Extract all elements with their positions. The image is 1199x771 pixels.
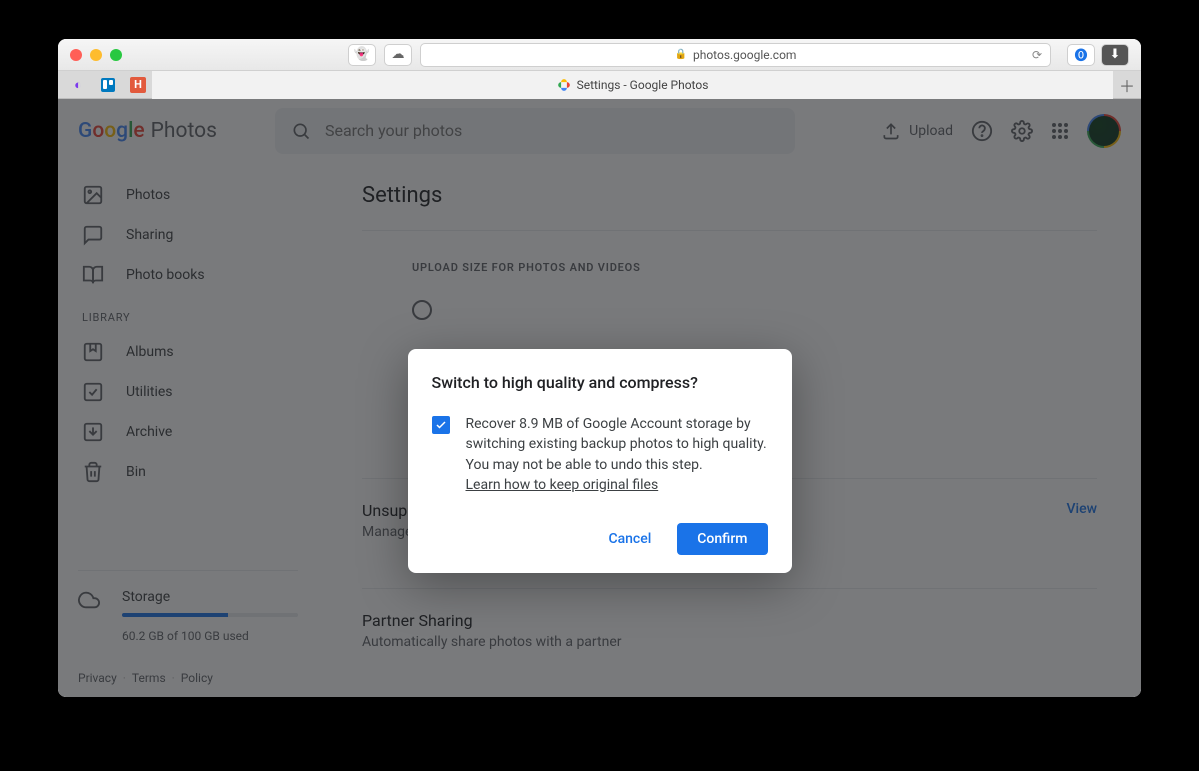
maximize-window-button[interactable] bbox=[110, 49, 122, 61]
address-bar[interactable]: 🔒 photos.google.com ⟳ bbox=[420, 43, 1051, 67]
confirm-button[interactable]: Confirm bbox=[677, 523, 767, 555]
switch-quality-dialog: Switch to high quality and compress? Rec… bbox=[408, 349, 792, 573]
window-title-bar: 👻 ☁︎ 🔒 photos.google.com ⟳ ⓿ ⬇ bbox=[58, 39, 1141, 71]
downloads-icon[interactable]: ⬇ bbox=[1101, 44, 1129, 66]
pinned-tab-1[interactable]: ◐ bbox=[64, 73, 92, 97]
active-tab[interactable]: Settings - Google Photos bbox=[152, 71, 1113, 99]
browser-window: 👻 ☁︎ 🔒 photos.google.com ⟳ ⓿ ⬇ ◐ H Setti… bbox=[58, 39, 1141, 697]
lock-icon: 🔒 bbox=[675, 49, 687, 60]
extension-ghost-icon[interactable]: 👻 bbox=[348, 44, 376, 66]
onepassword-icon[interactable]: ⓿ bbox=[1067, 44, 1095, 66]
traffic-lights bbox=[70, 49, 122, 61]
dialog-body-text: Recover 8.9 MB of Google Account storage… bbox=[466, 416, 767, 473]
cancel-button[interactable]: Cancel bbox=[594, 523, 665, 555]
minimize-window-button[interactable] bbox=[90, 49, 102, 61]
url-text: photos.google.com bbox=[693, 48, 796, 62]
google-photos-app: Google Photos Upload bbox=[58, 99, 1141, 697]
dialog-title: Switch to high quality and compress? bbox=[432, 373, 768, 392]
close-window-button[interactable] bbox=[70, 49, 82, 61]
learn-more-link[interactable]: Learn how to keep original files bbox=[466, 477, 659, 493]
check-icon bbox=[435, 419, 447, 431]
compress-checkbox[interactable] bbox=[432, 416, 450, 434]
tab-strip: ◐ H Settings - Google Photos ＋ bbox=[58, 71, 1141, 99]
tab-title: Settings - Google Photos bbox=[577, 78, 709, 92]
reload-icon[interactable]: ⟳ bbox=[1032, 48, 1042, 62]
google-photos-favicon bbox=[557, 78, 571, 92]
pinned-tab-trello[interactable] bbox=[94, 73, 122, 97]
new-tab-button[interactable]: ＋ bbox=[1113, 73, 1141, 97]
icloud-icon[interactable]: ☁︎ bbox=[384, 44, 412, 66]
pinned-tab-h[interactable]: H bbox=[124, 73, 152, 97]
